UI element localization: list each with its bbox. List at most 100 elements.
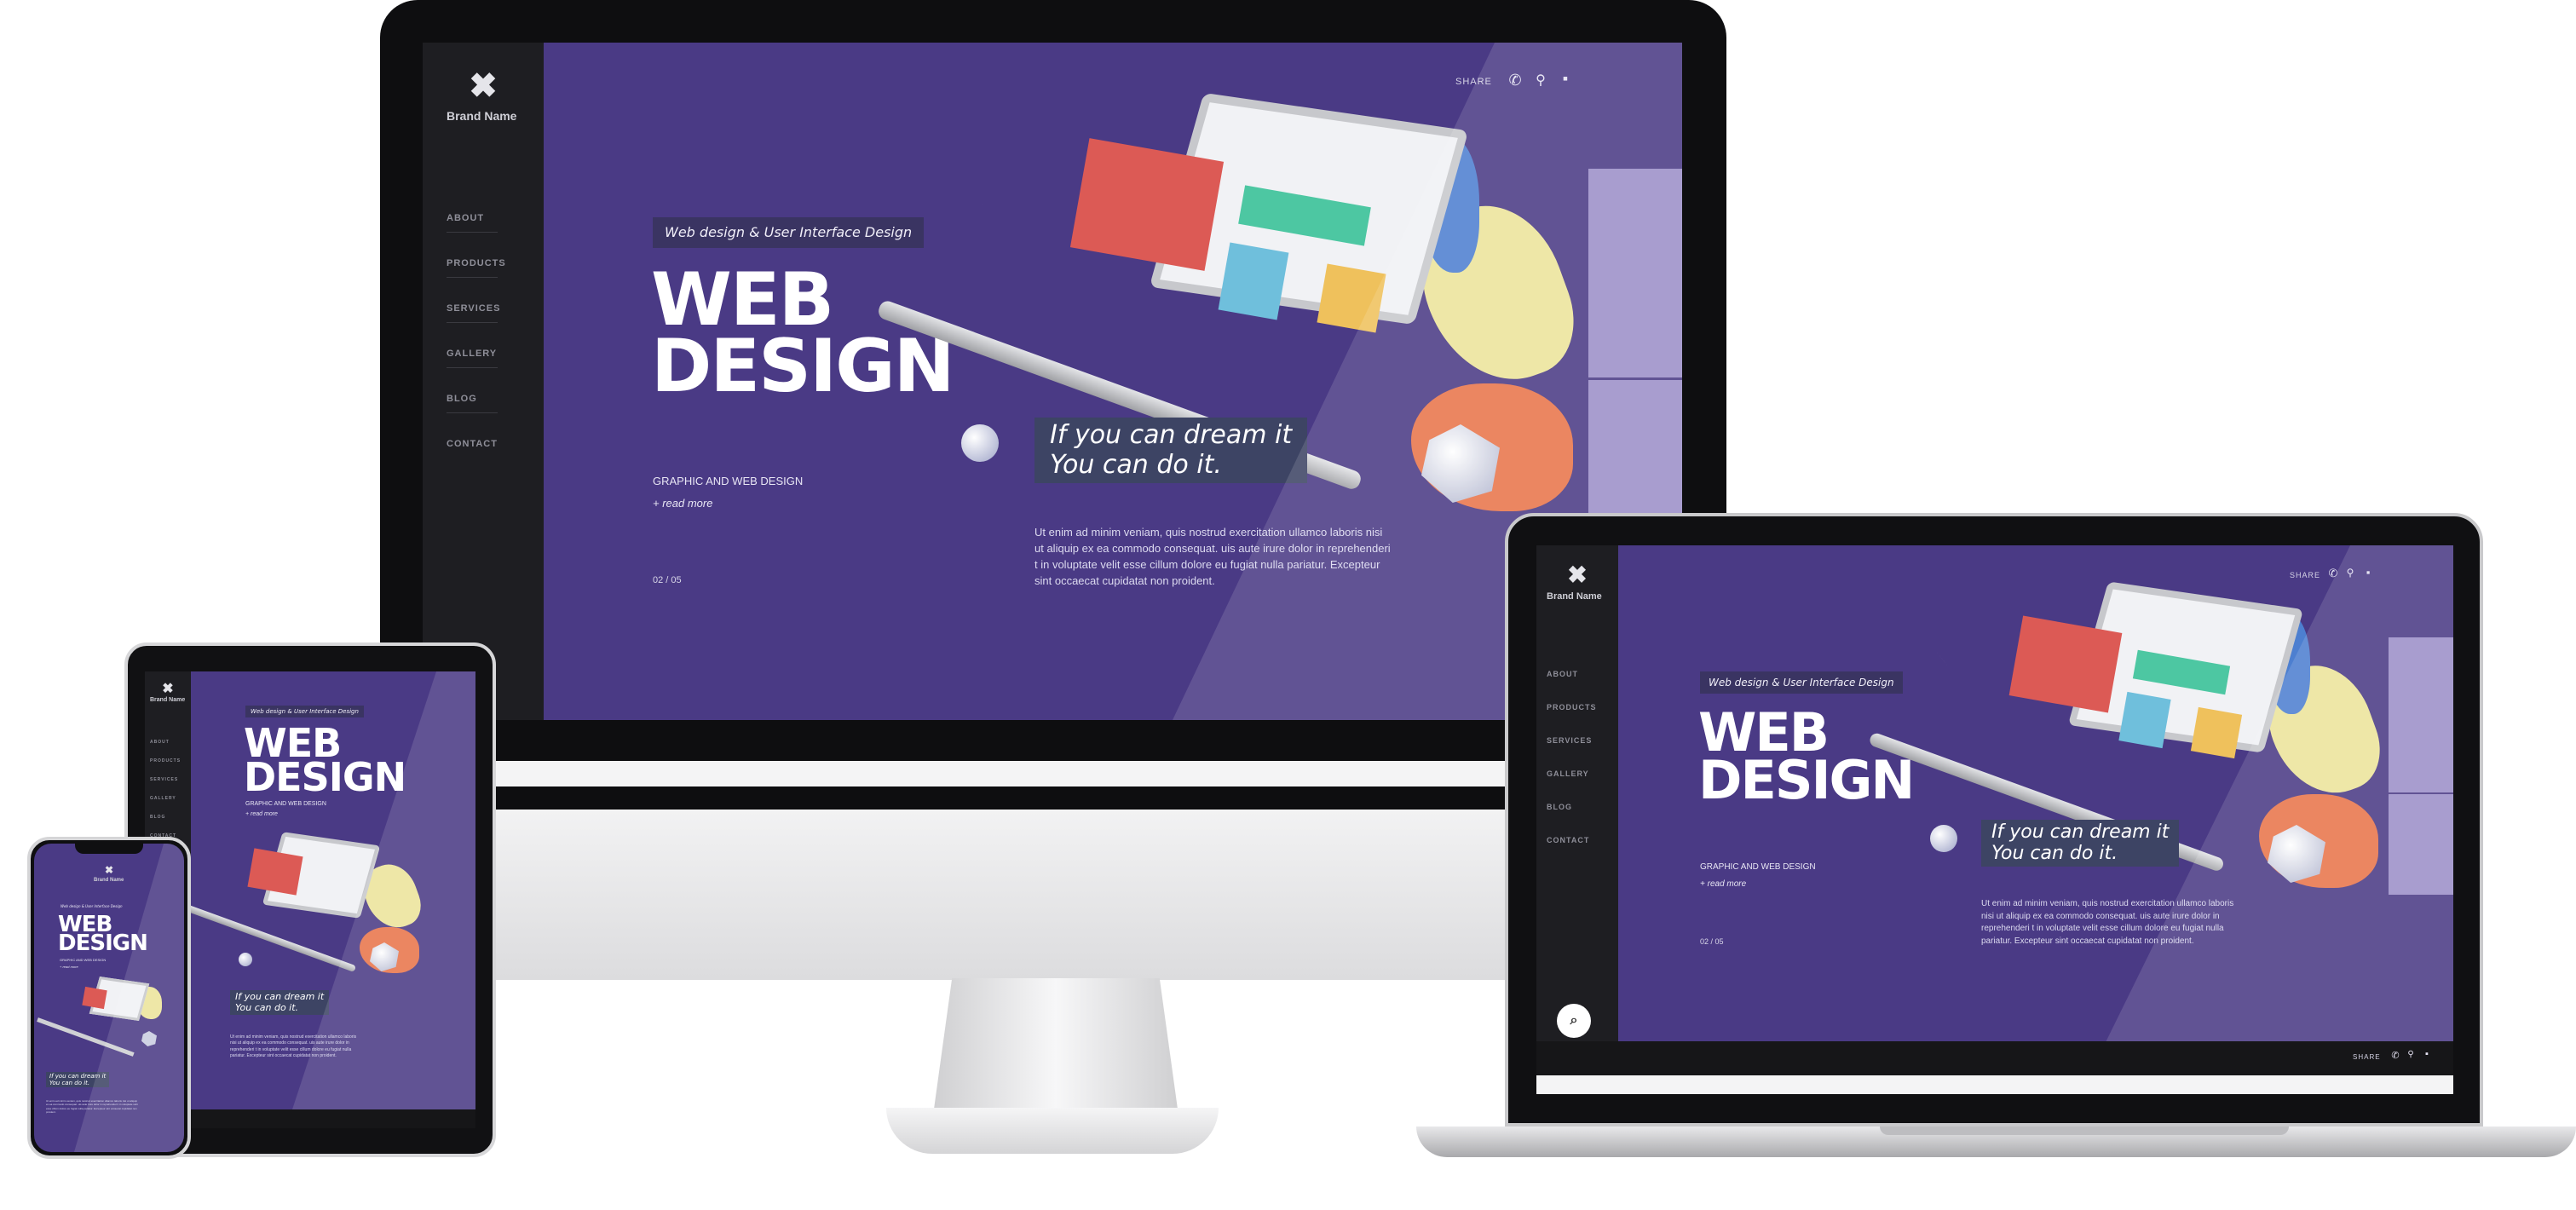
brand-name: Brand Name — [94, 878, 124, 883]
nav-contact[interactable]: CONTACT — [1547, 836, 1589, 844]
quote-line2: You can do it. — [1050, 449, 1222, 480]
brand-name: Brand Name — [447, 109, 517, 123]
hero-headline-line2: DESIGN — [58, 931, 148, 956]
sidebar — [423, 43, 544, 720]
nav-products[interactable]: PRODUCTS — [447, 258, 506, 268]
nav-products[interactable]: PRODUCTS — [150, 758, 181, 763]
hero-quote: If you can dream it You can do it. — [1034, 418, 1308, 483]
illustration-cone — [956, 170, 1016, 247]
phone-notch — [75, 842, 143, 854]
hero-subheading: GRAPHIC AND WEB DESIGN — [60, 958, 107, 962]
hero-body-text: Ut enim ad minim veniam, quis nostrud ex… — [230, 1034, 357, 1058]
nav-contact[interactable]: CONTACT — [447, 439, 498, 449]
tablet-screen: ✖ Brand Name ABOUT PRODUCTS SERVICES GAL… — [145, 671, 475, 1109]
illustration-blue-card — [2118, 691, 2171, 749]
search-icon[interactable]: ⌕ — [1557, 1004, 1591, 1038]
nav-divider — [447, 232, 498, 233]
hero-tagline: Web design & User Interface Design — [245, 706, 364, 717]
accent-panel — [2389, 794, 2453, 895]
laptop-screen: ✖ Brand Name ABOUT PRODUCTS SERVICES GAL… — [1536, 545, 2453, 1091]
read-more-link[interactable]: + read more — [653, 497, 712, 510]
quote-line2: You can do it. — [1991, 843, 2118, 865]
hero-headline-line2: DESIGN — [244, 754, 406, 800]
hero-quote: If you can dream it You can do it. — [230, 990, 330, 1016]
quote-line1: If you can dream it — [1991, 821, 2170, 843]
quote-line2: You can do it. — [49, 1080, 90, 1087]
nav-about[interactable]: ABOUT — [150, 740, 170, 745]
hero-headline-line2: DESIGN — [1698, 749, 1915, 811]
nav-products[interactable]: PRODUCTS — [1547, 703, 1597, 712]
nav-divider — [447, 367, 498, 368]
phone-icon[interactable]: ✆ — [1507, 72, 1524, 89]
hero-subheading: GRAPHIC AND WEB DESIGN — [653, 475, 804, 487]
quote-line1: If you can dream it — [49, 1073, 107, 1080]
hero-body-text: Ut enim ad minim veniam, quis nostrud ex… — [46, 1099, 138, 1115]
illustration-video-card — [247, 848, 303, 896]
hero-tagline: Web design & User Interface Design — [1700, 671, 1903, 694]
phone-icon[interactable]: ✆ — [2327, 567, 2339, 580]
illustration-cone — [1927, 639, 1971, 695]
phone-screen: ✖ Brand Name Web design & User Interface… — [34, 844, 184, 1152]
nav-about[interactable]: ABOUT — [447, 213, 484, 223]
brand-logo-icon: ✖ — [1567, 562, 1588, 588]
chat-bubble-icon[interactable]: ▪ — [1556, 70, 1575, 88]
illustration-sphere — [239, 953, 252, 966]
brand-logo-icon: ✖ — [104, 864, 114, 876]
monitor-stand-base — [886, 1108, 1219, 1154]
illustration-video-card — [2008, 615, 2123, 713]
illustration-video-card — [1069, 138, 1225, 271]
phone-icon[interactable]: ✆ — [2390, 1050, 2400, 1061]
brand-name: Brand Name — [150, 697, 186, 703]
nav-blog[interactable]: BLOG — [150, 815, 165, 820]
illustration-blue-card — [1218, 242, 1289, 320]
laptop-bottom-strip — [1536, 1075, 2453, 1094]
hero-tagline: Web design & User Interface Design — [653, 217, 925, 248]
illustration-sphere — [1930, 825, 1957, 852]
accent-panel — [1588, 380, 1682, 516]
illustration-sphere — [961, 424, 999, 462]
share-label: SHARE — [2290, 571, 2321, 579]
illustration-gem — [141, 1031, 157, 1046]
nav-divider — [447, 322, 498, 323]
illustration-yellow-card — [1317, 263, 1386, 333]
brand-logo-icon: ✖ — [162, 682, 174, 696]
brand-logo-icon: ✖ — [469, 67, 498, 105]
accent-panel — [1588, 169, 1682, 377]
hero-subheading: GRAPHIC AND WEB DESIGN — [245, 801, 326, 807]
laptop-footer-bar: SHARE ✆ ⚲ ▪ — [1536, 1041, 2453, 1075]
nav-gallery[interactable]: GALLERY — [150, 796, 176, 801]
nav-services[interactable]: SERVICES — [150, 777, 178, 782]
laptop-notch — [1880, 1126, 2289, 1135]
quote-line2: You can do it. — [235, 1001, 299, 1013]
nav-about[interactable]: ABOUT — [1547, 670, 1578, 678]
accent-panel — [2389, 637, 2453, 792]
quote-line1: If you can dream it — [235, 991, 325, 1002]
nav-blog[interactable]: BLOG — [447, 394, 477, 404]
illustration-video-card — [82, 986, 107, 1010]
hero-body-text: Ut enim ad minim veniam, quis nostrud ex… — [1034, 526, 1391, 587]
brand-name: Brand Name — [1547, 591, 1602, 602]
nav-divider — [447, 412, 498, 413]
hero-quote: If you can dream it You can do it. — [1981, 820, 2180, 867]
nav-gallery[interactable]: GALLERY — [447, 349, 497, 359]
slide-pager: 02 / 05 — [653, 575, 682, 585]
location-pin-icon[interactable]: ⚲ — [1532, 72, 1549, 89]
location-pin-icon[interactable]: ⚲ — [2406, 1050, 2416, 1059]
illustration-yellow-card — [2190, 706, 2243, 759]
hero-subheading: GRAPHIC AND WEB DESIGN — [1700, 862, 1816, 872]
nav-services[interactable]: SERVICES — [447, 303, 500, 314]
nav-blog[interactable]: BLOG — [1547, 803, 1572, 811]
nav-services[interactable]: SERVICES — [1547, 736, 1592, 745]
read-more-link[interactable]: + read more — [60, 965, 78, 969]
nav-gallery[interactable]: GALLERY — [1547, 769, 1589, 778]
location-pin-icon[interactable]: ⚲ — [2344, 567, 2356, 579]
quote-line1: If you can dream it — [1050, 420, 1293, 450]
chat-bubble-icon[interactable]: ▪ — [2361, 566, 2375, 579]
read-more-link[interactable]: + read more — [245, 811, 278, 817]
read-more-link[interactable]: + read more — [1700, 879, 1746, 889]
share-label: SHARE — [2353, 1053, 2381, 1061]
chat-bubble-icon[interactable]: ▪ — [2421, 1049, 2433, 1059]
nav-divider — [447, 277, 498, 278]
hero-body-text: Ut enim ad minim veniam, quis nostrud ex… — [1981, 899, 2234, 946]
tablet-footer-bar — [145, 1109, 475, 1128]
